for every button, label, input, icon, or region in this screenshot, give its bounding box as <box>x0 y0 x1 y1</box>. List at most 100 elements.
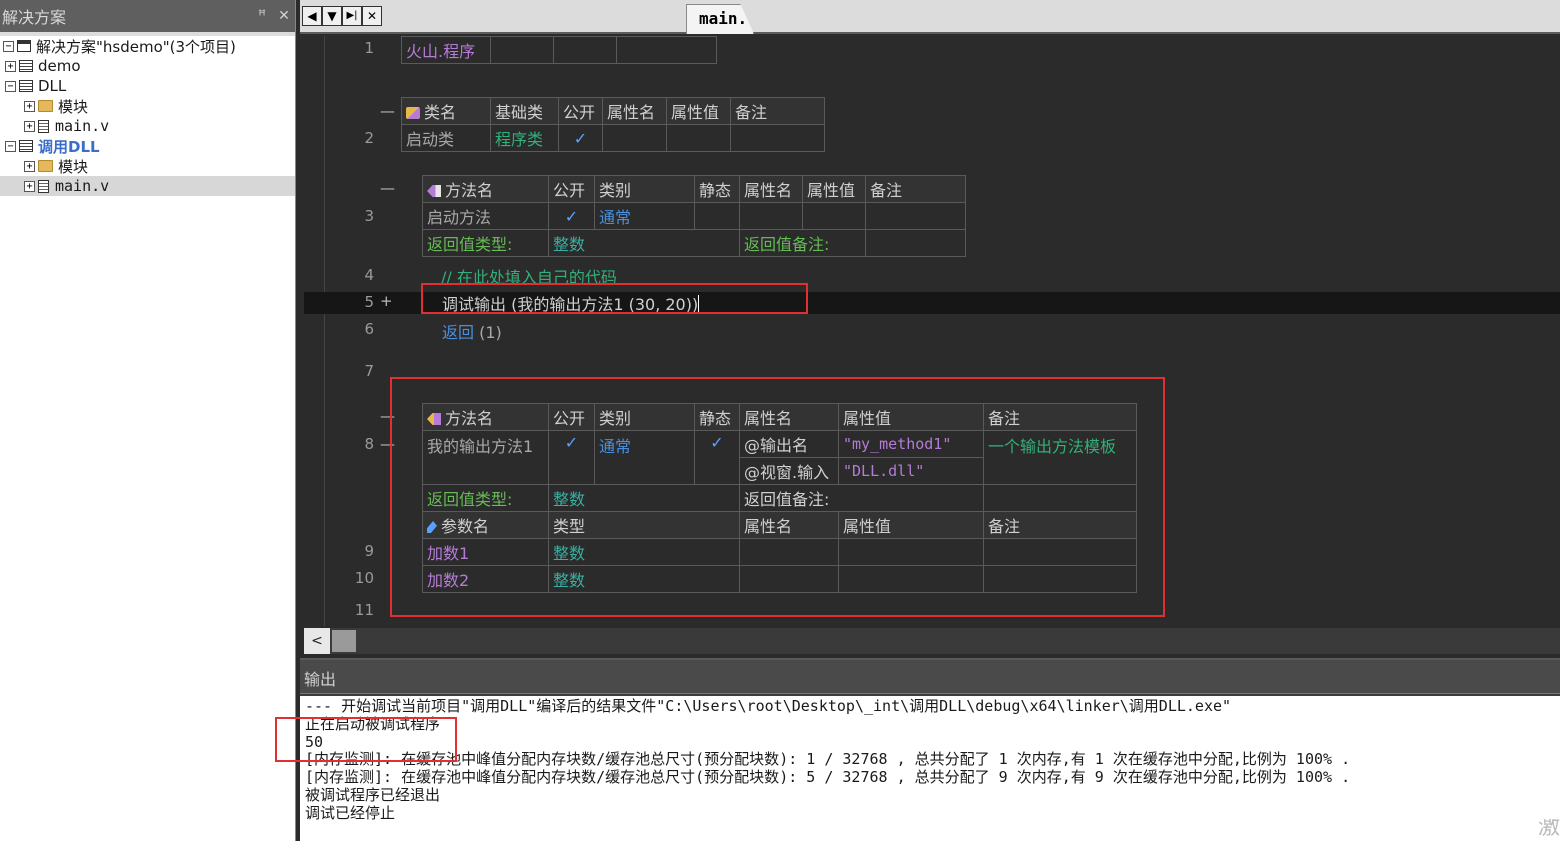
header-cell: 属性名 <box>739 175 803 203</box>
tree-item-label: 解决方案"hsdemo"(3个项目) <box>36 37 236 56</box>
scroll-left-icon[interactable]: < <box>304 628 330 654</box>
line-number: 4 <box>364 266 374 284</box>
editor-horizontal-scrollbar[interactable]: < <box>304 628 1560 654</box>
output-line: 正在启动被调试程序 <box>305 714 441 733</box>
empty-cell <box>730 124 825 152</box>
header-cell: 静态 <box>694 175 740 203</box>
program-name[interactable]: 火山.程序 <box>401 36 491 64</box>
output-line: --- 开始调试当前项目"调用DLL"编译后的结果文件"C:\Users\roo… <box>305 697 1232 715</box>
class-name-cell[interactable]: 启动类 <box>401 124 491 152</box>
project-icon <box>19 60 33 72</box>
line-number: 11 <box>354 601 374 619</box>
scroll-thumb[interactable] <box>332 630 356 652</box>
line-number: 6 <box>364 320 374 338</box>
line-number: 2 <box>364 129 374 147</box>
header-cell: 属性值 <box>666 97 731 125</box>
line-number: 3 <box>364 207 374 225</box>
header-cell: 公开 <box>558 97 603 125</box>
file-icon <box>38 179 49 193</box>
tab-close-icon[interactable]: ✕ <box>362 6 382 26</box>
base-class-cell[interactable]: 程序类 <box>490 124 559 152</box>
tree-item-label: main.v <box>55 177 110 195</box>
solution-explorer-header: 解决方案 ꟸ ✕ <box>0 0 295 32</box>
output-line: [内存监测]: 在缓存池中峰值分配内存块数/缓存池总尺寸(预分配块数): 5 /… <box>305 768 1351 787</box>
line-number: 8 <box>364 435 374 453</box>
header-cell: 备注 <box>730 97 825 125</box>
fold-toggle-icon[interactable]: — <box>380 179 395 197</box>
tree-item-label: 模块 <box>58 157 89 176</box>
output-text-area[interactable]: --- 开始调试当前项目"调用DLL"编译后的结果文件"C:\Users\roo… <box>300 696 1560 841</box>
solution-explorer-title: 解决方案 <box>2 8 67 27</box>
collapse-icon[interactable]: − <box>5 140 16 152</box>
public-check-icon[interactable]: ✓ <box>558 124 603 152</box>
line-number: 9 <box>364 542 374 560</box>
pin-icon[interactable]: ꟸ <box>251 8 273 24</box>
method-name-header: 方法名 <box>422 175 549 203</box>
return-type-label: 返回值类型: <box>422 229 549 257</box>
tree-item-dll[interactable]: − DLL <box>0 76 295 96</box>
code-line-return[interactable]: 返回 (1) <box>442 319 502 343</box>
category-cell[interactable]: 通常 <box>594 202 695 230</box>
program-table: 火山.程序 <box>401 36 717 64</box>
expand-icon[interactable]: + <box>5 60 16 72</box>
tree-item-dll-main[interactable]: + main.v <box>0 116 295 136</box>
header-cell: 公开 <box>548 175 595 203</box>
tree-item-label: 调用DLL <box>38 137 100 156</box>
tree-item-label: demo <box>38 57 81 75</box>
tree-item-dll-modules[interactable]: + 模块 <box>0 96 295 116</box>
gutter-divider <box>324 36 325 626</box>
header-cell: 属性名 <box>602 97 667 125</box>
expand-icon[interactable]: + <box>24 120 35 132</box>
tab-main-v[interactable]: main.v <box>686 4 754 34</box>
return-note-cell[interactable] <box>865 229 966 257</box>
public-check-icon[interactable]: ✓ <box>548 202 595 230</box>
tree-item-call-dll-main[interactable]: + main.v <box>0 176 295 196</box>
tree-item-solution[interactable]: − 解决方案"hsdemo"(3个项目) <box>0 36 295 56</box>
expand-icon[interactable]: + <box>24 180 35 192</box>
tree-item-label: 模块 <box>58 97 89 116</box>
empty-cell <box>616 36 717 64</box>
output-line: 调试已经停止 <box>305 803 396 822</box>
expand-icon[interactable]: + <box>24 100 35 112</box>
project-icon <box>19 140 33 152</box>
collapse-icon[interactable]: − <box>3 40 14 52</box>
expand-icon[interactable]: + <box>24 160 35 172</box>
class-name-header: 类名 <box>401 97 491 125</box>
tree-item-call-dll-modules[interactable]: + 模块 <box>0 156 295 176</box>
tree-item-demo[interactable]: + demo <box>0 56 295 76</box>
line-number: 5 <box>364 293 374 311</box>
return-note-label: 返回值备注: <box>739 229 866 257</box>
highlight-box-call <box>421 283 808 314</box>
fold-toggle-icon[interactable]: + <box>380 292 393 310</box>
folder-icon <box>38 160 53 172</box>
solution-tree: − 解决方案"hsdemo"(3个项目) + demo − DLL + 模块 +… <box>0 36 295 841</box>
tab-prev-icon[interactable]: ◀ <box>302 6 322 26</box>
line-number: 7 <box>364 362 374 380</box>
solution-icon <box>17 40 31 52</box>
collapse-icon[interactable]: − <box>5 80 16 92</box>
header-cell: 备注 <box>865 175 966 203</box>
class-table: 类名 基础类 公开 属性名 属性值 备注 启动类 程序类 ✓ <box>401 97 825 152</box>
file-icon <box>38 119 49 133</box>
empty-cell <box>865 202 966 230</box>
output-line: [内存监测]: 在缓存池中峰值分配内存块数/缓存池总尺寸(预分配块数): 1 /… <box>305 750 1351 769</box>
folder-icon <box>38 100 53 112</box>
output-line: 50 <box>305 732 324 751</box>
fold-toggle-icon[interactable]: — <box>380 102 395 120</box>
tree-item-call-dll[interactable]: − 调用DLL <box>0 136 295 156</box>
empty-cell <box>694 202 740 230</box>
method-name-cell[interactable]: 启动方法 <box>422 202 549 230</box>
return-type-cell[interactable]: 整数 <box>548 229 740 257</box>
header-cell: 类别 <box>594 175 695 203</box>
empty-cell <box>802 202 866 230</box>
tab-next-icon[interactable]: ▶| <box>342 6 362 26</box>
tab-list-icon[interactable]: ▼ <box>322 6 342 26</box>
close-icon[interactable]: ✕ <box>273 8 295 24</box>
watermark-text: 激 <box>1538 819 1560 837</box>
tree-item-label: DLL <box>38 77 67 95</box>
class-icon <box>406 107 420 119</box>
header-cell: 基础类 <box>490 97 559 125</box>
highlight-box-method <box>390 377 1165 617</box>
method-icon <box>427 185 441 197</box>
project-icon <box>19 80 33 92</box>
